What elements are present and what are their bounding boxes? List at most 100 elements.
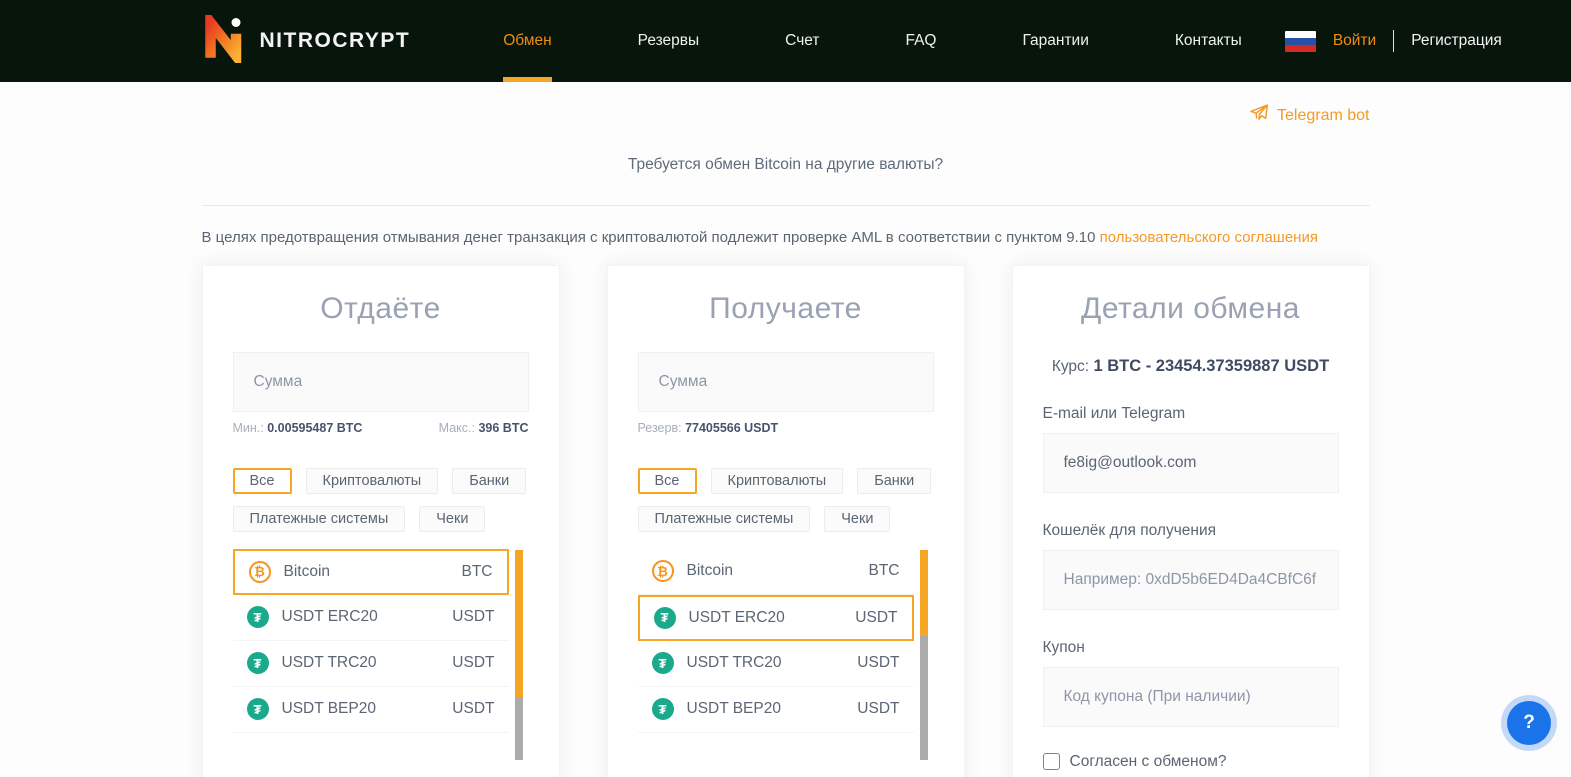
reserve-value: 77405566 USDT [685,421,778,435]
telegram-bot-link[interactable]: Telegram bot [1249,103,1370,128]
coin-code: USDT [452,654,494,672]
receive-filter-payment-systems[interactable]: Платежные системы [638,506,811,532]
min-limit: Мин.: 0.00595487 BTC [233,421,363,435]
agree-label: Согласен с обменом? [1070,753,1227,771]
receive-panel-title: Получаете [638,292,934,326]
bitcoin-icon: ₿ [249,561,271,583]
bitcoin-icon: ₿ [652,560,674,582]
give-currency-usdt-bep20[interactable]: ₮ USDT BEP20 USDT [233,687,509,733]
agree-checkbox[interactable] [1043,753,1060,770]
aml-notice: В целях предотвращения отмывания денег т… [202,227,1370,249]
coin-code: USDT [857,654,899,672]
coin-name: USDT TRC20 [687,654,782,672]
give-filter-all[interactable]: Все [233,468,292,494]
receive-amount-input[interactable] [638,352,934,412]
receive-currency-list: ₿ Bitcoin BTC ₮ USDT ERC20 USDT ₮ USDT T… [638,549,934,733]
give-amount-input[interactable] [233,352,529,412]
coin-code: USDT [857,700,899,718]
coin-name: USDT ERC20 [282,608,378,626]
receive-filter-all[interactable]: Все [638,468,697,494]
give-currency-bitcoin[interactable]: ₿ Bitcoin BTC [233,549,509,595]
page-heading: Требуется обмен Bitcoin на другие валюты… [202,156,1370,174]
nav-menu: Обмен Резервы Счет FAQ Гарантии Контакты [460,0,1285,82]
coin-code: BTC [869,562,900,580]
user-agreement-link[interactable]: пользовательского соглашения [1100,229,1318,246]
receive-filter-crypto[interactable]: Криптовалюты [711,468,844,494]
receive-filter-checks[interactable]: Чеки [824,506,890,532]
min-value: 0.00595487 BTC [267,421,362,435]
email-label: E-mail или Telegram [1043,405,1339,423]
rate-label: Курс: [1052,358,1089,375]
receive-filter-banks[interactable]: Банки [857,468,931,494]
give-filter-checks[interactable]: Чеки [419,506,485,532]
exchange-rate: Курс: 1 BTC - 23454.37359887 USDT [1043,357,1339,376]
coupon-label: Купон [1043,639,1339,657]
brand-logo[interactable]: NITROCRYPT [200,0,411,82]
give-panel: Отдаёте Мин.: 0.00595487 BTC Макс.: 396 … [202,265,560,777]
nav-item-contacts[interactable]: Контакты [1132,0,1285,82]
nav-divider [1393,30,1394,52]
brand-name: NITROCRYPT [260,29,411,53]
coin-code: BTC [462,563,493,581]
coin-name: USDT ERC20 [689,609,785,627]
give-filter-banks[interactable]: Банки [452,468,526,494]
receive-currency-usdt-erc20[interactable]: ₮ USDT ERC20 USDT [638,595,914,641]
wallet-label: Кошелёк для получения [1043,522,1339,540]
tether-icon: ₮ [652,698,674,720]
tether-icon: ₮ [652,652,674,674]
give-panel-title: Отдаёте [233,292,529,326]
give-currency-usdt-trc20[interactable]: ₮ USDT TRC20 USDT [233,641,509,687]
give-filters: Все Криптовалюты Банки Платежные системы… [233,468,529,532]
max-value: 396 BTC [478,421,528,435]
nav-item-faq[interactable]: FAQ [862,0,979,82]
receive-currency-usdt-trc20[interactable]: ₮ USDT TRC20 USDT [638,641,914,687]
give-list-scrollbar[interactable] [515,550,523,760]
coin-name: USDT BEP20 [687,700,781,718]
telegram-link-label: Telegram bot [1277,107,1370,125]
wallet-field[interactable] [1043,550,1339,610]
coupon-field[interactable] [1043,667,1339,727]
nav-item-exchange[interactable]: Обмен [460,0,594,82]
rate-value: 1 BTC - 23454.37359887 USDT [1093,357,1329,375]
help-button[interactable]: ? [1501,695,1557,751]
give-currency-list: ₿ Bitcoin BTC ₮ USDT ERC20 USDT ₮ USDT T… [233,549,529,733]
min-label: Мин.: [233,421,264,435]
heading-divider [202,205,1370,206]
tether-icon: ₮ [247,698,269,720]
receive-panel: Получаете Резерв: 77405566 USDT Все Крип… [607,265,965,777]
coin-name: Bitcoin [284,563,331,581]
coin-name: USDT BEP20 [282,700,376,718]
email-field[interactable] [1043,433,1339,493]
receive-currency-bitcoin[interactable]: ₿ Bitcoin BTC [638,549,914,595]
tether-icon: ₮ [654,607,676,629]
coin-code: USDT [855,609,897,627]
give-currency-usdt-erc20[interactable]: ₮ USDT ERC20 USDT [233,595,509,641]
tether-icon: ₮ [247,652,269,674]
nav-item-reserves[interactable]: Резервы [595,0,743,82]
tether-icon: ₮ [247,606,269,628]
register-link[interactable]: Регистрация [1411,32,1502,50]
exchange-details-panel: Детали обмена Курс: 1 BTC - 23454.373598… [1012,265,1370,777]
details-panel-title: Детали обмена [1043,292,1339,326]
nav-item-guarantees[interactable]: Гарантии [980,0,1132,82]
receive-list-scrollbar[interactable] [920,550,928,760]
question-mark-icon: ? [1507,701,1551,745]
aml-notice-text: В целях предотвращения отмывания денег т… [202,229,1096,246]
coin-code: USDT [452,700,494,718]
reserve-label: Резерв: [638,421,682,435]
top-navbar: NITROCRYPT Обмен Резервы Счет FAQ Гарант… [0,0,1571,82]
max-label: Макс.: [439,421,475,435]
receive-currency-usdt-bep20[interactable]: ₮ USDT BEP20 USDT [638,687,914,733]
coin-name: Bitcoin [687,562,734,580]
nav-item-account[interactable]: Счет [742,0,862,82]
login-link[interactable]: Войти [1333,32,1376,50]
nitrocrypt-logo-icon [200,15,248,68]
max-limit: Макс.: 396 BTC [439,421,529,435]
give-filter-crypto[interactable]: Криптовалюты [306,468,439,494]
telegram-icon [1249,103,1269,128]
coin-name: USDT TRC20 [282,654,377,672]
receive-filters: Все Криптовалюты Банки Платежные системы… [638,468,934,532]
give-filter-payment-systems[interactable]: Платежные системы [233,506,406,532]
coin-code: USDT [452,608,494,626]
russian-flag-icon[interactable] [1285,31,1316,52]
